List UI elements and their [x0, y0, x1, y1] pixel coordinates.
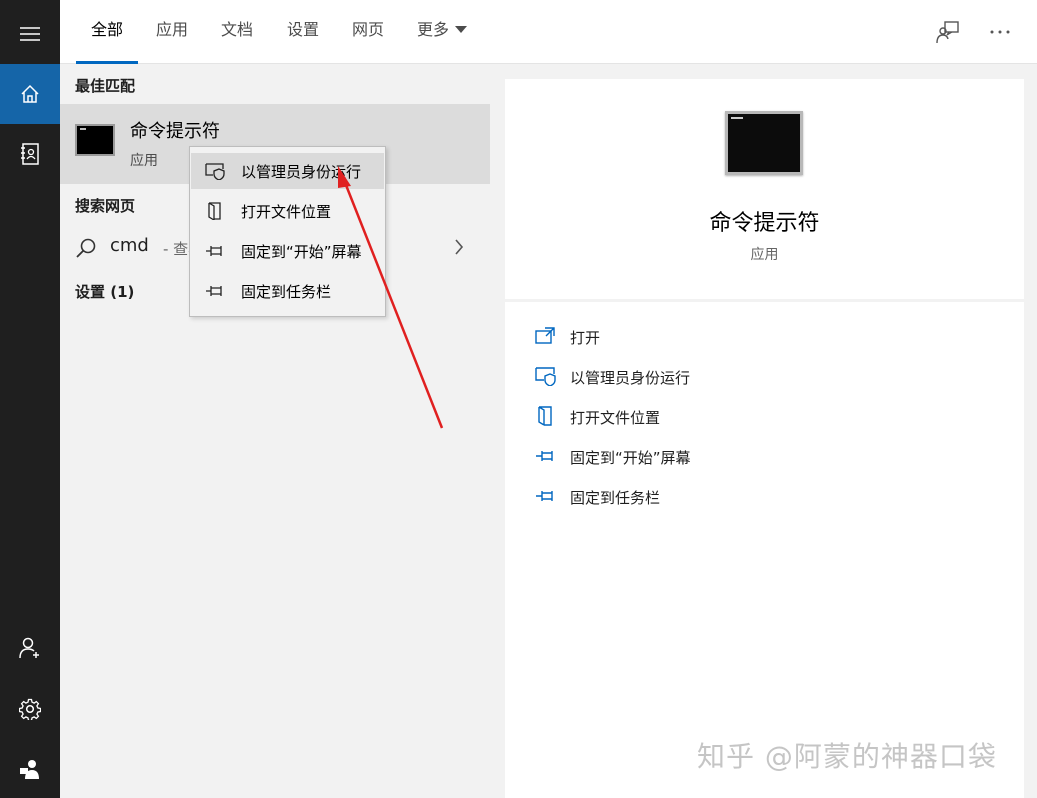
preview-title: 命令提示符: [709, 211, 820, 236]
menu-button[interactable]: [0, 4, 60, 64]
context-menu: 以管理员身份运行 打开文件位置 固定到“开始”屏幕 固定到任务栏: [189, 146, 386, 317]
action-run-as-admin-label: 以管理员身份运行: [570, 369, 691, 387]
home-icon: [21, 84, 39, 103]
menu-item-label: 以管理员身份运行: [241, 163, 362, 181]
preview-header-card: 命令提示符 应用: [505, 79, 1024, 299]
menu-item-pin-to-start[interactable]: 固定到“开始”屏幕: [191, 233, 384, 269]
notebook-button[interactable]: [0, 124, 60, 184]
preview-actions-card: 打开 以管理员身份运行 打开文件位置 固定到“开始”屏幕 固定到任务栏: [505, 302, 1024, 798]
action-run-as-admin[interactable]: 以管理员身份运行: [535, 362, 935, 392]
best-match-title: 命令提示符: [130, 121, 220, 142]
terminal-icon: [75, 124, 115, 156]
pin-icon: [206, 246, 222, 256]
web-search-query: cmd: [110, 235, 149, 256]
menu-item-label: 打开文件位置: [241, 203, 332, 221]
menu-item-label: 固定到“开始”屏幕: [241, 243, 362, 261]
ellipsis-icon: [990, 30, 1010, 34]
folder-open-icon: [538, 406, 552, 426]
best-match-subtitle: 应用: [130, 153, 158, 169]
action-pin-to-taskbar-label: 固定到任务栏: [570, 489, 661, 507]
preview-subtitle: 应用: [750, 247, 779, 263]
section-search-web: 搜索网页: [75, 197, 136, 215]
action-open-label: 打开: [570, 329, 601, 347]
shield-icon: [205, 163, 225, 180]
feedback-icon: [20, 760, 39, 779]
filter-tab-bar: 全部 应用 文档 设置 网页 更多: [60, 0, 1037, 64]
action-pin-to-start-label: 固定到“开始”屏幕: [570, 449, 691, 467]
hamburger-icon: [20, 27, 40, 41]
action-open-file-location[interactable]: 打开文件位置: [535, 402, 935, 432]
tab-documents[interactable]: 文档: [221, 0, 253, 64]
shield-icon: [535, 367, 556, 386]
tab-all[interactable]: 全部: [75, 0, 139, 64]
terminal-icon: [725, 111, 803, 175]
feedback-person-icon: [936, 21, 959, 44]
settings-button[interactable]: [0, 679, 60, 739]
notebook-icon: [21, 143, 39, 165]
action-open[interactable]: 打开: [535, 322, 935, 352]
folder-open-icon: [208, 202, 221, 220]
action-pin-to-taskbar[interactable]: 固定到任务栏: [535, 482, 935, 512]
pin-icon: [206, 286, 222, 296]
gear-icon: [19, 698, 41, 720]
user-add-icon: [19, 637, 39, 659]
menu-item-label: 固定到任务栏: [241, 283, 332, 301]
tab-more-label: 更多: [417, 20, 450, 39]
tab-web[interactable]: 网页: [352, 0, 384, 64]
menu-item-open-file-location[interactable]: 打开文件位置: [191, 193, 384, 229]
home-button[interactable]: [0, 64, 60, 124]
tab-apps[interactable]: 应用: [156, 0, 188, 64]
action-open-file-location-label: 打开文件位置: [570, 409, 661, 427]
account-button[interactable]: [0, 618, 60, 678]
feedback-hub-button[interactable]: [934, 18, 962, 46]
left-rail: [0, 0, 60, 798]
section-best-match: 最佳匹配: [75, 77, 136, 95]
open-icon: [535, 327, 555, 344]
watermark: 知乎 @阿蒙的神器口袋: [697, 740, 997, 773]
search-icon: [76, 238, 96, 258]
menu-item-pin-to-taskbar[interactable]: 固定到任务栏: [191, 273, 384, 309]
pin-icon: [536, 491, 553, 501]
action-pin-to-start[interactable]: 固定到“开始”屏幕: [535, 442, 935, 472]
menu-item-run-as-admin[interactable]: 以管理员身份运行: [191, 153, 384, 189]
preview-pane: 命令提示符 应用 打开 以管理员身份运行 打开文件位置 固定到“开始”屏幕 固定…: [490, 64, 1037, 798]
feedback-button[interactable]: [0, 739, 60, 798]
caret-down-icon: [455, 26, 468, 33]
pin-icon: [536, 451, 553, 461]
tab-settings[interactable]: 设置: [287, 0, 319, 64]
section-settings: 设置 (1): [75, 283, 135, 301]
more-options-button[interactable]: [986, 18, 1014, 46]
chevron-right-icon[interactable]: [454, 239, 464, 255]
tab-more[interactable]: 更多: [417, 0, 468, 64]
